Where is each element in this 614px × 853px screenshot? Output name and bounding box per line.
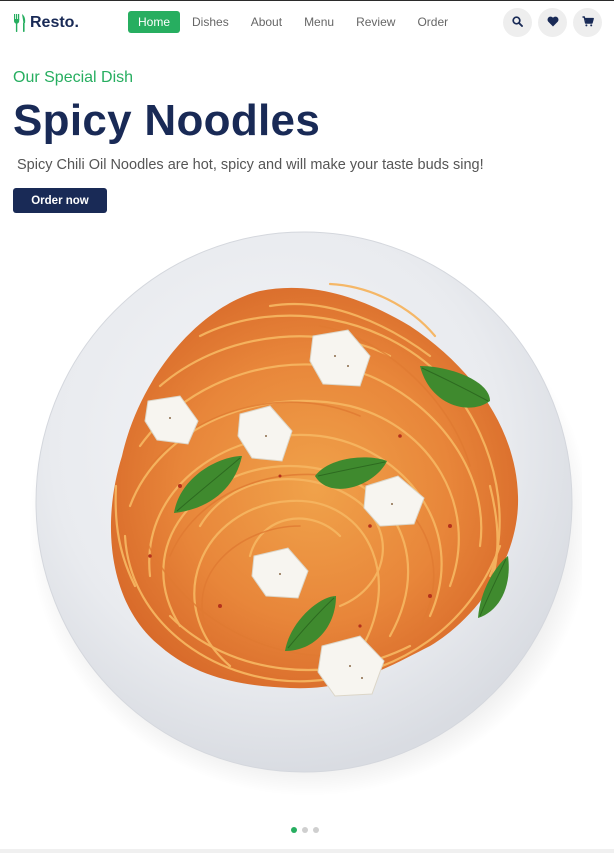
- nav-about[interactable]: About: [241, 11, 292, 33]
- header-icons: [503, 8, 602, 37]
- order-now-button[interactable]: Order now: [13, 188, 107, 213]
- slider-dot[interactable]: [302, 827, 308, 833]
- nav-order[interactable]: Order: [407, 11, 458, 33]
- hero-title: Spicy Noodles: [13, 96, 321, 145]
- search-icon: [512, 14, 523, 32]
- utensils-icon: [13, 14, 27, 32]
- hero-eyebrow: Our Special Dish: [13, 69, 134, 86]
- favorites-button[interactable]: [538, 8, 567, 37]
- nav-review[interactable]: Review: [346, 11, 405, 33]
- slider-dot[interactable]: [313, 827, 319, 833]
- bottom-divider: [0, 849, 614, 853]
- logo[interactable]: Resto.: [13, 12, 79, 34]
- search-button[interactable]: [503, 8, 532, 37]
- main-nav: Home Dishes About Menu Review Order: [128, 11, 460, 33]
- cart-icon: [582, 14, 594, 32]
- slider-pagination: [291, 827, 319, 833]
- nav-home[interactable]: Home: [128, 11, 181, 33]
- cart-button[interactable]: [573, 8, 602, 37]
- dish-image: [28, 226, 592, 801]
- heart-icon: [547, 14, 559, 32]
- nav-menu[interactable]: Menu: [294, 11, 344, 33]
- nav-dishes[interactable]: Dishes: [182, 11, 239, 33]
- logo-text: Resto.: [30, 14, 79, 31]
- slider-dot[interactable]: [291, 827, 297, 833]
- hero-description: Spicy Chili Oil Noodles are hot, spicy a…: [17, 157, 484, 173]
- site-header: Resto. Home Dishes About Menu Review Ord…: [0, 1, 614, 45]
